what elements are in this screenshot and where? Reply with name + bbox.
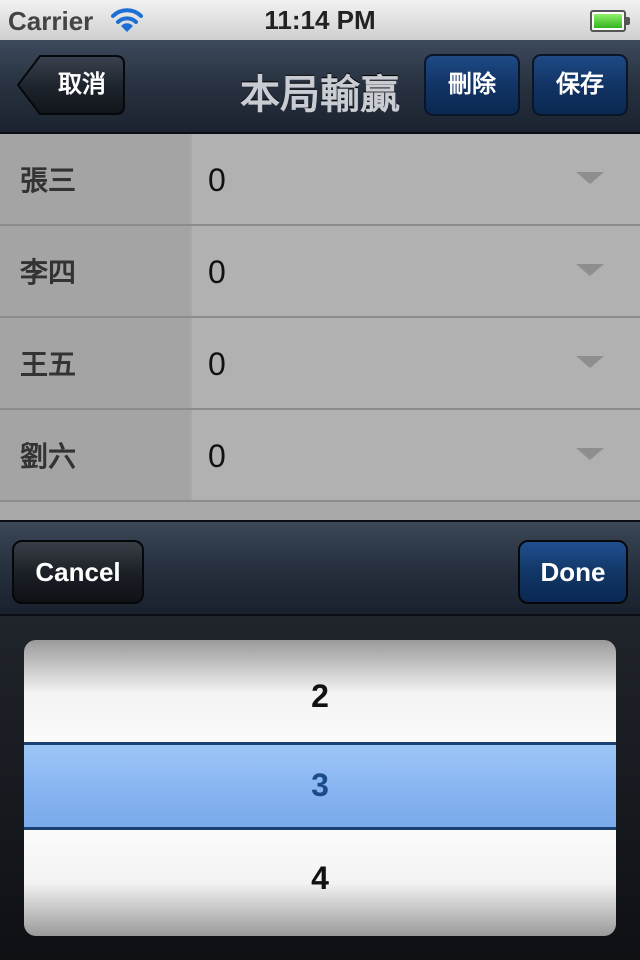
chevron-down-icon bbox=[576, 264, 604, 276]
clock: 11:14 PM bbox=[264, 5, 376, 35]
player-name: 王五 bbox=[0, 318, 190, 408]
cancel-back-button[interactable]: 取消 bbox=[16, 54, 126, 116]
navigation-bar: 取消 本局輸贏 刪除 保存 bbox=[0, 40, 640, 134]
list-item[interactable]: 劉六 0 bbox=[0, 410, 640, 502]
chevron-down-icon bbox=[576, 356, 604, 368]
save-button[interactable]: 保存 bbox=[532, 54, 628, 116]
score-field[interactable]: 0 bbox=[192, 318, 640, 408]
score-field[interactable]: 0 bbox=[192, 134, 640, 224]
player-name: 李四 bbox=[0, 226, 190, 316]
score-value: 0 bbox=[208, 346, 226, 382]
picker-toolbar: Cancel Done bbox=[0, 520, 640, 616]
score-field[interactable]: 0 bbox=[192, 410, 640, 500]
page-title: 本局輸贏 bbox=[240, 73, 400, 117]
picker-panel: 2 3 4 bbox=[0, 616, 640, 960]
score-value: 0 bbox=[208, 254, 226, 290]
player-name: 劉六 bbox=[0, 410, 190, 500]
list-item[interactable]: 李四 0 bbox=[0, 226, 640, 318]
picker-selection-bar: 3 bbox=[24, 742, 616, 830]
number-picker-wheel[interactable]: 2 3 4 bbox=[24, 640, 616, 936]
list-item[interactable]: 王五 0 bbox=[0, 318, 640, 410]
list-item[interactable]: 張三 0 bbox=[0, 134, 640, 226]
picker-cancel-button[interactable]: Cancel bbox=[12, 540, 144, 604]
chevron-down-icon bbox=[576, 448, 604, 460]
picker-done-button[interactable]: Done bbox=[518, 540, 628, 604]
picker-option[interactable]: 2 bbox=[24, 678, 616, 715]
chevron-down-icon bbox=[576, 172, 604, 184]
status-bar: Carrier 11:14 PM bbox=[0, 0, 640, 41]
score-field[interactable]: 0 bbox=[192, 226, 640, 316]
player-score-list: 張三 0 李四 0 王五 0 劉六 0 bbox=[0, 134, 640, 520]
back-button-label: 取消 bbox=[58, 71, 106, 98]
picker-option-selected[interactable]: 3 bbox=[24, 767, 616, 804]
score-value: 0 bbox=[208, 438, 226, 474]
score-value: 0 bbox=[208, 162, 226, 198]
picker-option[interactable]: 4 bbox=[24, 860, 616, 897]
delete-button[interactable]: 刪除 bbox=[424, 54, 520, 116]
battery-icon bbox=[590, 10, 630, 32]
player-name: 張三 bbox=[0, 134, 190, 224]
